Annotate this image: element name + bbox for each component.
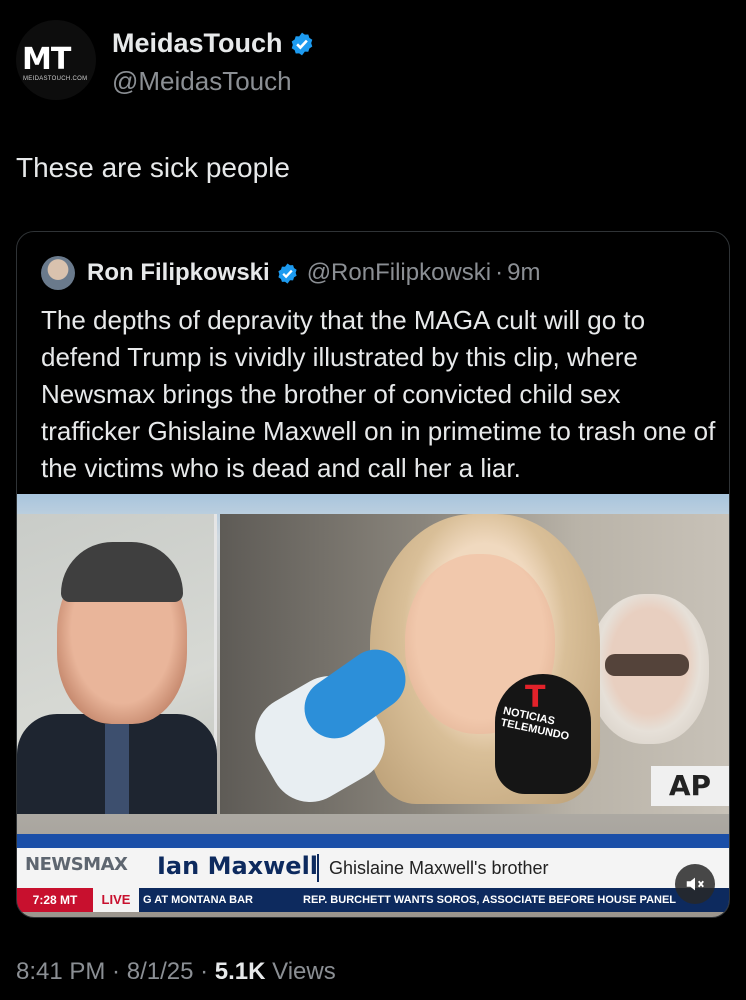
tweet-text: These are sick people xyxy=(16,152,290,183)
ticker-headline-2: REP. BURCHETT WANTS SOROS, ASSOCIATE BEF… xyxy=(303,894,677,906)
lower-third-subtitle: Ghislaine Maxwell's brother xyxy=(329,858,549,878)
quoted-author-name[interactable]: Ron Filipkowski xyxy=(87,259,270,287)
quoted-tweet[interactable]: Ron Filipkowski @RonFilipkowski · 9m The… xyxy=(16,231,730,918)
news-lower-third: NEWSMAX Ian Maxwell Ghislaine Maxwell's … xyxy=(17,834,729,917)
video-scene-panel: T NOTICIAS TELEMUNDO AP xyxy=(220,514,729,817)
dot-separator: · xyxy=(105,958,127,985)
tweet-time[interactable]: 8:41 PM xyxy=(16,958,105,985)
avatar-logo-subtext: MEIDASTOUCH.COM xyxy=(23,76,88,82)
verified-badge-icon xyxy=(278,262,297,284)
views-label: Views xyxy=(265,958,336,985)
dot-separator: · xyxy=(495,259,504,286)
tweet-date[interactable]: 8/1/25 xyxy=(127,958,194,985)
quoted-tweet-header: Ron Filipkowski @RonFilipkowski · 9m xyxy=(41,256,540,290)
tweet-header: MT MEIDASTOUCH.COM MeidasTouch @MeidasTo… xyxy=(16,20,716,100)
quoted-author-handle[interactable]: @RonFilipkowski xyxy=(307,259,491,287)
avatar-logo-text: MT xyxy=(22,42,71,77)
tweet-metadata: 8:41 PM · 8/1/25 · 5.1K Views xyxy=(16,958,336,986)
ticker-headline-1: G AT MONTANA BAR xyxy=(143,894,253,906)
live-badge: LIVE xyxy=(93,888,139,912)
views-count: 5.1K xyxy=(214,958,266,985)
lower-third-name: Ian Maxwell xyxy=(157,852,319,880)
telemundo-microphone: T NOTICIAS TELEMUNDO xyxy=(495,674,591,794)
lower-third-divider xyxy=(317,854,319,882)
author-name[interactable]: MeidasTouch xyxy=(112,28,283,59)
mute-button[interactable] xyxy=(675,864,715,904)
video-guest-panel xyxy=(17,514,217,814)
quoted-tweet-time[interactable]: 9m xyxy=(507,259,540,287)
author-name-row: MeidasTouch xyxy=(112,28,315,59)
quoted-tweet-text: The depths of depravity that the MAGA cu… xyxy=(41,305,716,483)
verified-badge-icon xyxy=(291,32,312,55)
quoted-author-avatar[interactable] xyxy=(41,256,75,290)
telemundo-mic-text: NOTICIAS TELEMUNDO xyxy=(499,704,571,743)
author-handle[interactable]: @MeidasTouch xyxy=(112,66,292,97)
speaker-muted-icon xyxy=(686,877,704,891)
author-avatar[interactable]: MT MEIDASTOUCH.COM xyxy=(16,20,96,100)
ap-sign: AP xyxy=(651,766,729,806)
ticker-time: 7:28 MT xyxy=(17,888,93,912)
dot-separator: · xyxy=(193,958,215,985)
news-ticker: 7:28 MT LIVE G AT MONTANA BAR REP. BURCH… xyxy=(17,888,729,912)
newsmax-logo: NEWSMAX xyxy=(25,854,128,875)
video-player[interactable]: T NOTICIAS TELEMUNDO AP NEWSMAX Ian Maxw… xyxy=(17,494,729,917)
